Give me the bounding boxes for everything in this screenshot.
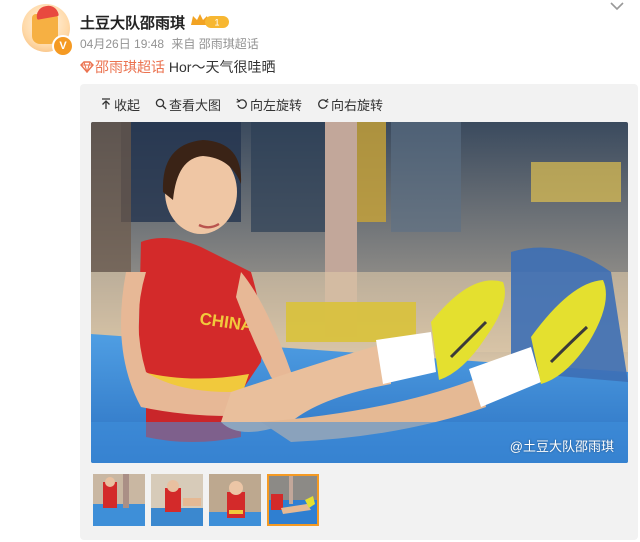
supertopic-link[interactable]: 邵雨琪超话: [95, 59, 165, 75]
thumbnail-1[interactable]: [93, 474, 145, 526]
collapse-button[interactable]: 收起: [100, 95, 140, 114]
collapse-icon: [102, 98, 110, 109]
rotate-left-label: 向左旋转: [250, 97, 303, 113]
view-large-label: 查看大图: [169, 97, 222, 113]
athlete-photo-illustration: CHINA: [91, 122, 628, 463]
supertopic-diamond-icon: [80, 61, 94, 73]
post-meta: 04月26日 19:48 来自 邵雨琪超话: [80, 35, 263, 52]
thumbnail-2[interactable]: [151, 474, 203, 526]
collapse-label: 收起: [114, 97, 141, 113]
rotate-left-button[interactable]: 向左旋转: [236, 95, 302, 114]
post-text: Hor～天气很哇晒: [165, 59, 276, 75]
member-crown-icon: 1: [191, 14, 229, 28]
thumbnail-strip: [93, 474, 319, 526]
post-date[interactable]: 04月26日 19:48: [80, 37, 164, 51]
thumbnail-3[interactable]: [209, 474, 261, 526]
magnifier-icon: [155, 98, 167, 110]
rotate-right-button[interactable]: 向右旋转: [317, 95, 383, 114]
rotate-left-icon: [236, 98, 247, 109]
username[interactable]: 土豆大队邵雨琪: [80, 12, 185, 33]
image-watermark: @土豆大队邵雨琪: [509, 439, 614, 454]
level-badge: 1: [214, 18, 219, 28]
rotate-right-icon: [318, 98, 329, 109]
media-toolbar: 收起 查看大图 向左旋转 向右旋转: [100, 95, 398, 114]
verified-badge-icon: V: [52, 35, 74, 57]
post-source[interactable]: 来自 邵雨琪超话: [171, 37, 258, 51]
main-photo[interactable]: CHINA @土豆大队邵雨琪: [91, 122, 628, 463]
thumbnail-4[interactable]: [267, 474, 319, 526]
more-chevron-icon[interactable]: [608, 0, 626, 14]
view-large-button[interactable]: 查看大图: [155, 95, 221, 114]
rotate-right-label: 向右旋转: [331, 97, 384, 113]
post-content: 邵雨琪超话 Hor～天气很哇晒: [80, 57, 275, 77]
